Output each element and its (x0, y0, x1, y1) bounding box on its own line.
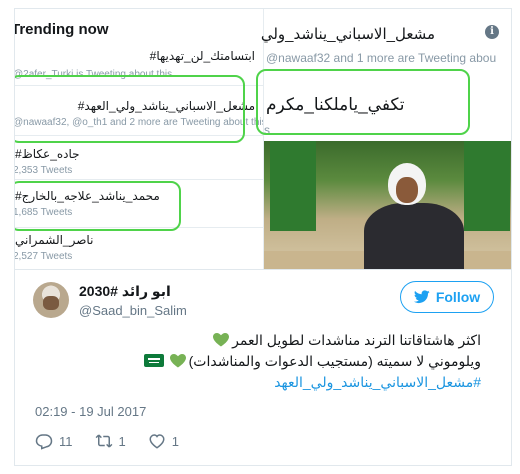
retweet-count: 1 (118, 433, 126, 449)
divider (15, 179, 263, 180)
trend-sub: 2,527 Tweets (14, 251, 73, 262)
face-graphic (396, 177, 418, 203)
retweet-icon (95, 434, 112, 448)
reply-icon (35, 434, 53, 450)
trends-panel: Trending now ابتسامتك_لن_تهديها# @2afer_… (14, 9, 267, 269)
trend-detail-panel: مشعل_الاسباني_يناشد_ولي i @nawaaf32 and … (256, 9, 511, 269)
trend-name: ناصر_الشمراني (15, 233, 94, 247)
info-icon: i (485, 25, 499, 39)
news-photo (264, 141, 511, 269)
tweet-line-3: #مشعل_الاسباني_يناشد_ولي_العهد (41, 372, 481, 393)
trend-detail-sub: @nawaaf32 and 1 more are Tweeting abou (266, 51, 497, 65)
like-button[interactable]: 1 (148, 432, 179, 450)
tweet-timestamp[interactable]: 02:19 - 19 Jul 2017 (35, 404, 146, 419)
trend-name: جاده_عكاظ# (15, 147, 80, 161)
author-display-name[interactable]: ابو رائد #2030 (79, 283, 171, 300)
flag-graphic (464, 141, 510, 231)
highlight-ring (15, 181, 181, 231)
tweet-line-2-text: ويلوموني لا سميته (مستجيب الدعوات والمنا… (188, 353, 481, 369)
highlight-ring (15, 75, 245, 143)
like-count: 1 (171, 433, 179, 449)
tweet-card: ابو رائد #2030 @Saad_bin_Salim Follow اك… (14, 270, 512, 466)
retweet-button[interactable]: 1 (95, 432, 126, 450)
trend-name: ابتسامتك_لن_تهديها# (149, 49, 255, 63)
trend-sub: 2,353 Tweets (14, 165, 73, 176)
hashtag-link[interactable]: #مشعل_الاسباني_يناشد_ولي_العهد (274, 374, 481, 390)
follow-button[interactable]: Follow (400, 281, 494, 313)
highlight-ring (256, 69, 470, 135)
author-handle[interactable]: @Saad_bin_Salim (79, 303, 187, 318)
trends-title: Trending now (14, 21, 109, 38)
tweet-media-image[interactable]: Trending now ابتسامتك_لن_تهديها# @2afer_… (14, 8, 512, 270)
reply-count: 11 (59, 433, 73, 449)
tweet-line-1: اكثر هاشتاقاتنا الترند مناشدات لطويل الع… (41, 330, 481, 351)
saudi-flag-icon (143, 354, 164, 367)
avatar[interactable] (33, 282, 69, 318)
trend-detail-title: مشعل_الاسباني_يناشد_ولي (260, 26, 435, 43)
tweet-line-1-text: اكثر هاشتاقاتنا الترند مناشدات لطويل الع… (232, 332, 481, 348)
heart-icon (149, 434, 165, 449)
follow-label: Follow (435, 289, 481, 305)
green-heart-icon (169, 354, 186, 368)
tweet-actions: 11 1 1 (35, 432, 179, 450)
person-graphic (364, 203, 464, 269)
green-heart-icon (213, 333, 230, 347)
reply-button[interactable]: 11 (35, 432, 73, 450)
tweet-text: اكثر هاشتاقاتنا الترند مناشدات لطويل الع… (41, 330, 481, 393)
tweet-line-2: ويلوموني لا سميته (مستجيب الدعوات والمنا… (41, 351, 481, 372)
flag-graphic (270, 141, 316, 231)
bird-icon (413, 290, 430, 304)
